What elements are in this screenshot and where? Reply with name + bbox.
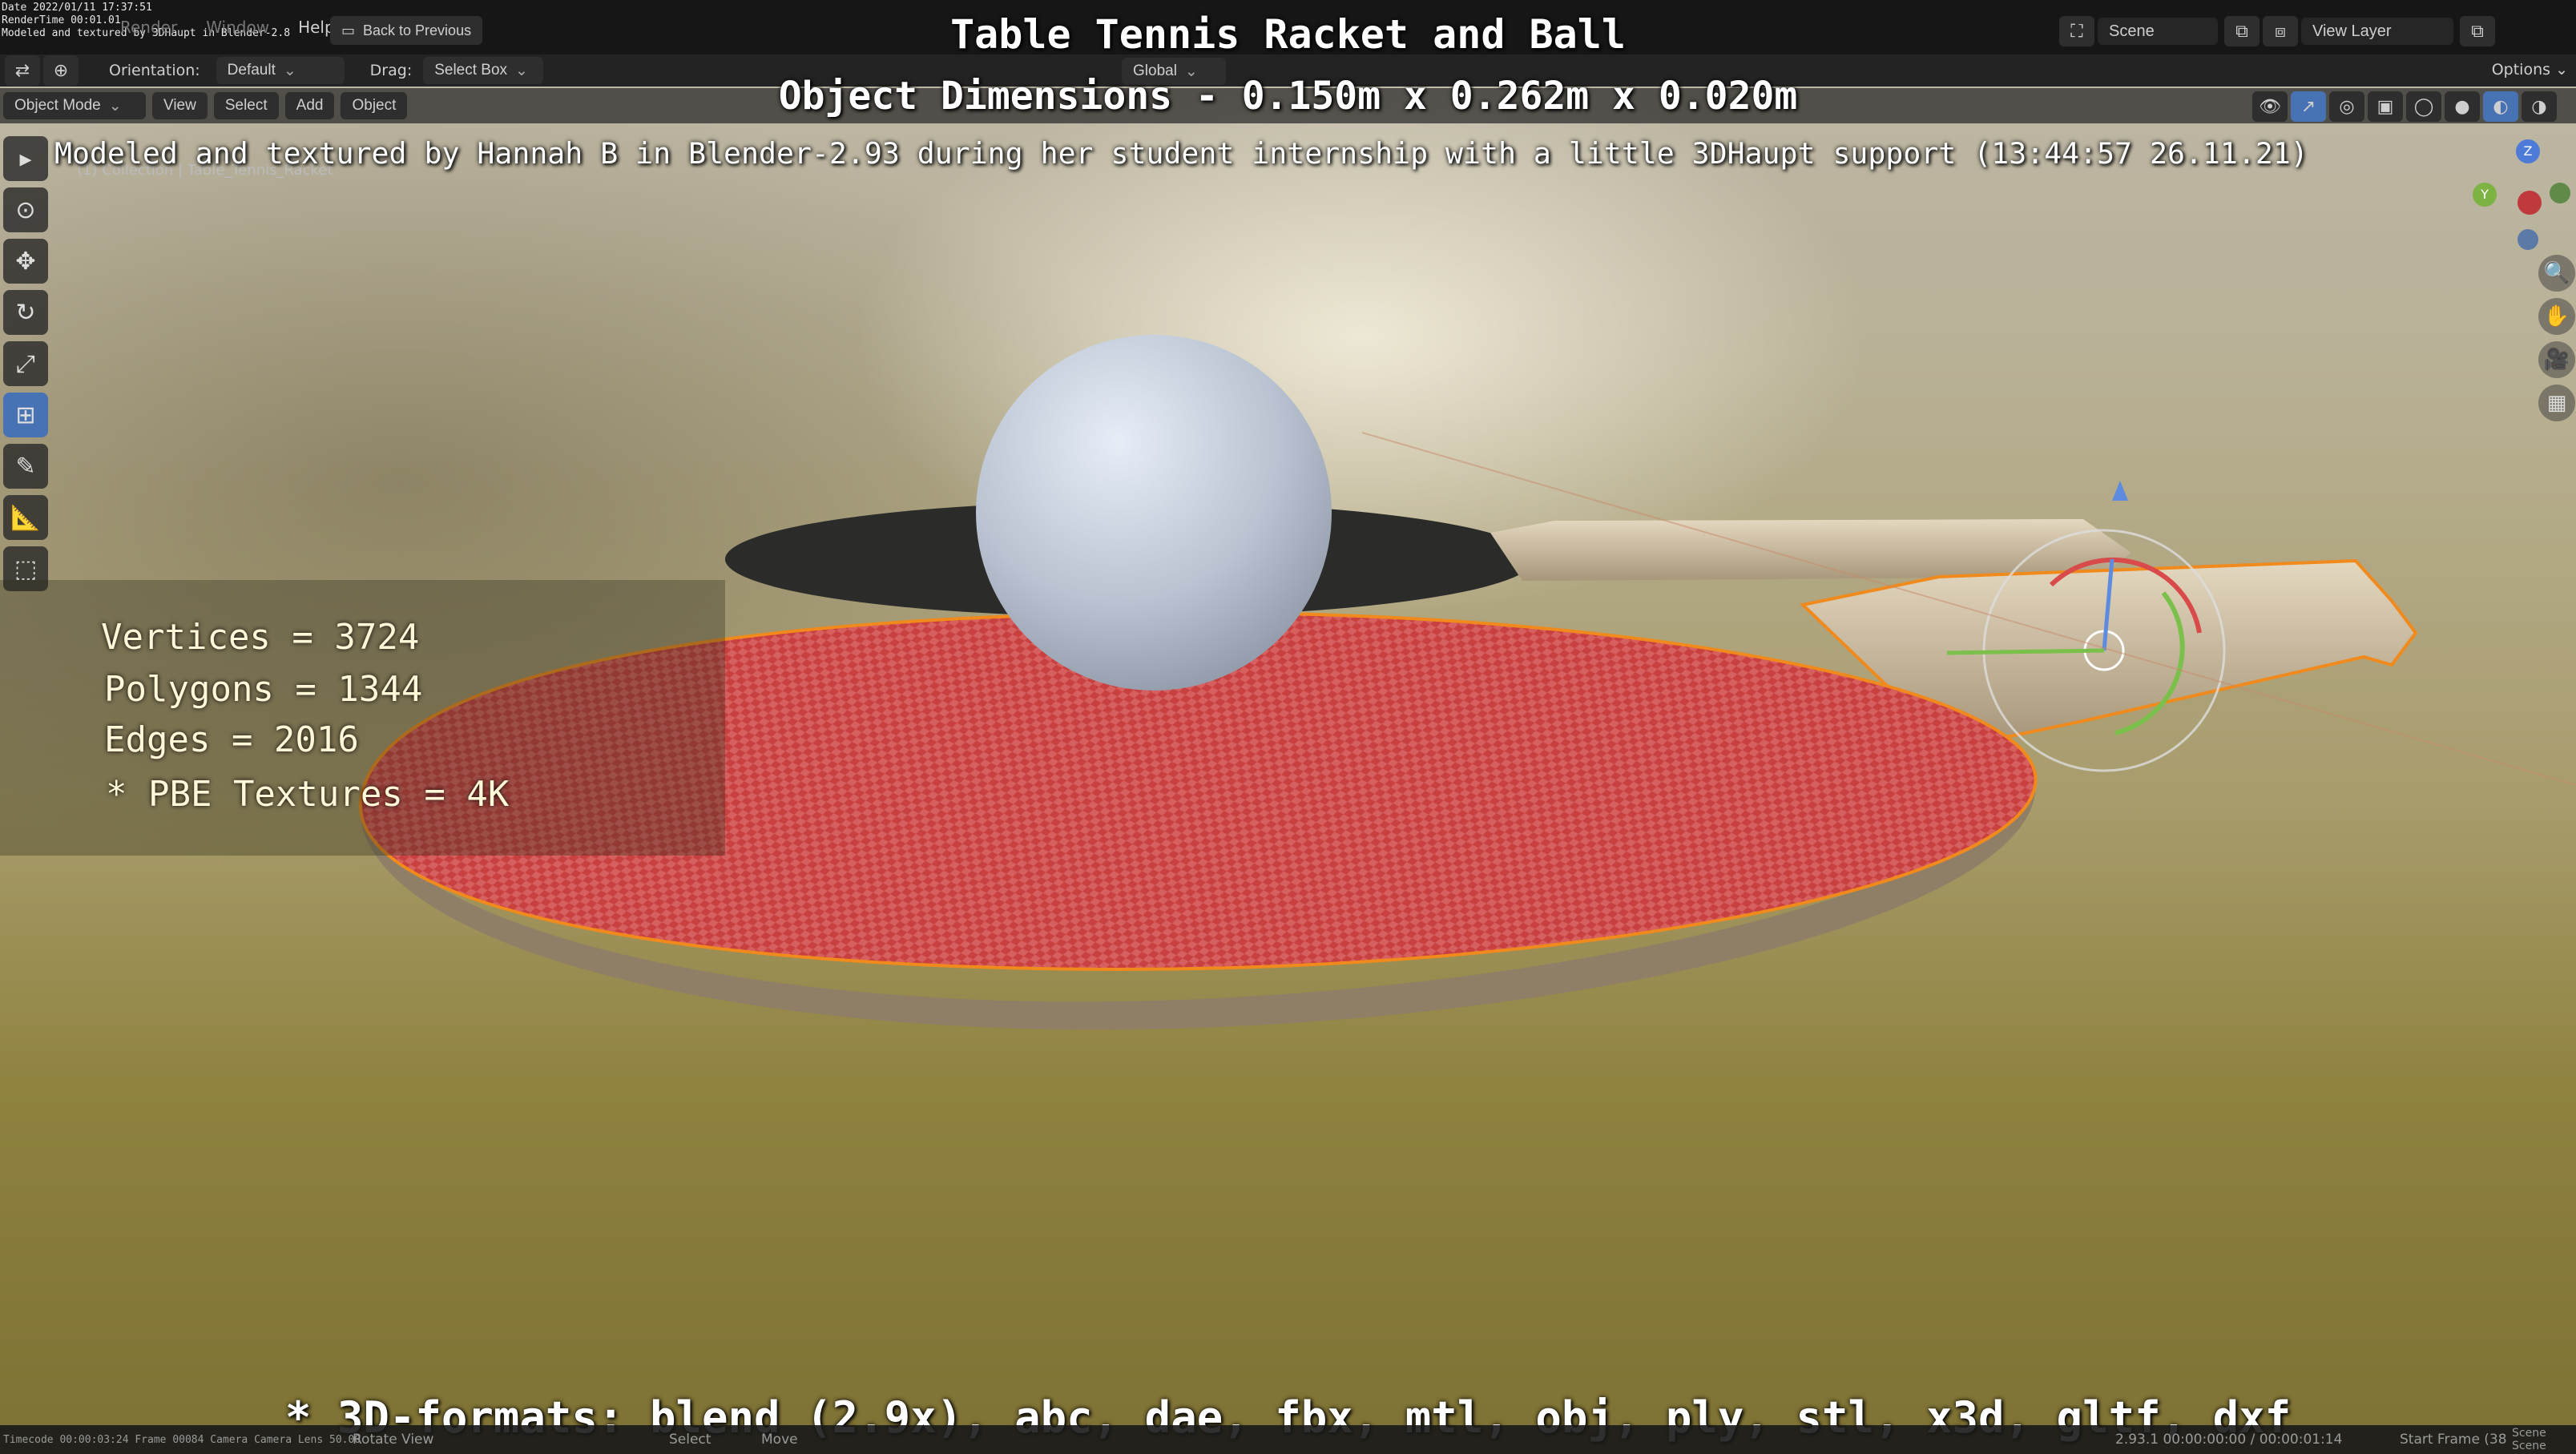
left-toolbar: ▸ ⊙ ✥ ↻ ⤢ ⊞ ✎ 📐 ⬚ (3, 136, 51, 598)
stat-vertices: Vertices = 3724 (101, 617, 420, 658)
status-scene-info: Scene Scene (2512, 1427, 2546, 1452)
measure-tool-icon[interactable]: 📐 (3, 495, 48, 540)
y-axis-icon[interactable]: Y (2473, 183, 2497, 207)
grid-icon[interactable]: ▦ (2538, 385, 2575, 421)
zoom-icon[interactable]: 🔍 (2538, 255, 2575, 292)
status-move: Move (761, 1432, 798, 1448)
neg-z-axis-icon[interactable] (2518, 229, 2538, 250)
navigation-gizmo[interactable]: Z Y (2468, 136, 2570, 256)
transform-tool-icon[interactable]: ⊞ (3, 393, 48, 437)
overlay-credits: Modeled and textured by Hannah B in Blen… (54, 136, 2308, 171)
status-select: Select (669, 1432, 712, 1448)
z-axis-icon[interactable]: Z (2516, 139, 2540, 163)
rotate-tool-icon[interactable]: ↻ (3, 290, 48, 335)
stat-edges: Edges = 2016 (104, 719, 359, 760)
camera-icon[interactable]: 🎥 (2538, 341, 2575, 378)
ping-pong-ball (976, 335, 1332, 691)
select-tool-icon[interactable]: ▸ (3, 136, 48, 181)
overlay-title: Table Tennis Racket and Ball (950, 11, 1626, 58)
pan-hand-icon[interactable]: ✋ (2538, 298, 2575, 335)
neg-y-axis-icon[interactable] (2550, 183, 2570, 203)
status-version: 2.93.1 00:00:00:00 / 00:00:01:14 (2115, 1432, 2343, 1448)
overlay-dimensions: Object Dimensions - 0.150m x 0.262m x 0.… (778, 74, 1798, 119)
stat-polygons: Polygons = 1344 (104, 669, 423, 710)
move-tool-icon[interactable]: ✥ (3, 239, 48, 284)
stat-textures: * PBE Textures = 4K (106, 774, 510, 815)
status-start-frame: Start Frame (38 (2400, 1432, 2507, 1448)
cursor-tool-icon[interactable]: ⊙ (3, 187, 48, 232)
scale-tool-icon[interactable]: ⤢ (3, 341, 48, 386)
status-rotate-view: Rotate View (353, 1432, 434, 1448)
annotate-tool-icon[interactable]: ✎ (3, 444, 48, 489)
status-bar: Timecode 00:00:03:24 Frame 00084 Camera … (0, 1425, 2576, 1454)
status-render-info: Timecode 00:00:03:24 Frame 00084 Camera … (3, 1433, 361, 1446)
x-axis-icon[interactable] (2518, 191, 2542, 215)
